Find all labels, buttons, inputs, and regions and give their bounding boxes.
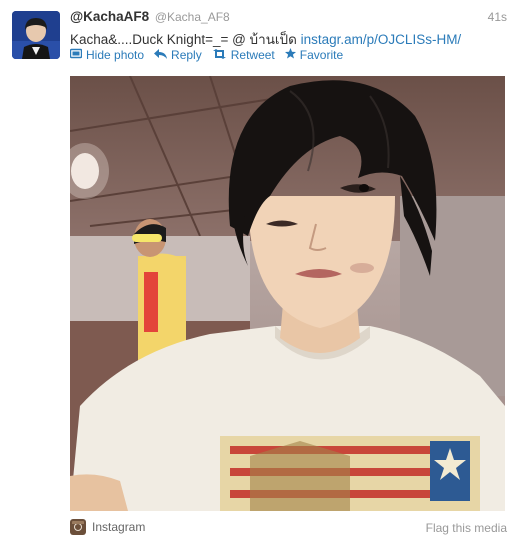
selfie-photo-image <box>70 76 505 511</box>
retweet-button[interactable]: Retweet <box>212 47 275 63</box>
user-avatar-icon <box>12 11 60 59</box>
tweet-header: @KachaAF8 @Kacha_AF8 41s <box>70 9 507 27</box>
hide-photo-button[interactable]: Hide photo <box>69 47 145 63</box>
tweet-actions: Hide photo Reply Retweet Favorite <box>69 47 353 63</box>
avatar[interactable] <box>12 11 60 59</box>
reply-button[interactable]: Reply <box>154 47 202 63</box>
tweet-card: @KachaAF8 @Kacha_AF8 41s Kacha&....Duck … <box>0 0 519 550</box>
display-name[interactable]: @KachaAF8 <box>70 9 149 24</box>
media-source[interactable]: Instagram <box>70 519 145 535</box>
flag-media-link[interactable]: Flag this media <box>426 521 507 535</box>
photo-icon <box>69 48 83 62</box>
hide-photo-label: Hide photo <box>86 48 145 62</box>
tweet-link[interactable]: instagr.am/p/OJCLISs-HM/ <box>301 32 462 47</box>
star-icon <box>284 48 296 62</box>
instagram-icon <box>70 519 86 535</box>
tweet-text-body: Kacha&....Duck Knight=_= @ บ้านเป็ด <box>70 32 301 47</box>
favorite-button[interactable]: Favorite <box>284 47 344 63</box>
media-source-label: Instagram <box>92 520 146 534</box>
favorite-label: Favorite <box>299 48 344 62</box>
timestamp[interactable]: 41s <box>488 10 507 24</box>
retweet-label: Retweet <box>230 48 275 62</box>
reply-arrow-icon <box>154 48 168 62</box>
media-footer: Instagram Flag this media <box>70 519 507 539</box>
reply-label: Reply <box>171 48 202 62</box>
user-handle[interactable]: @Kacha_AF8 <box>155 10 230 24</box>
retweet-icon <box>212 48 227 62</box>
media-photo[interactable] <box>70 76 505 511</box>
